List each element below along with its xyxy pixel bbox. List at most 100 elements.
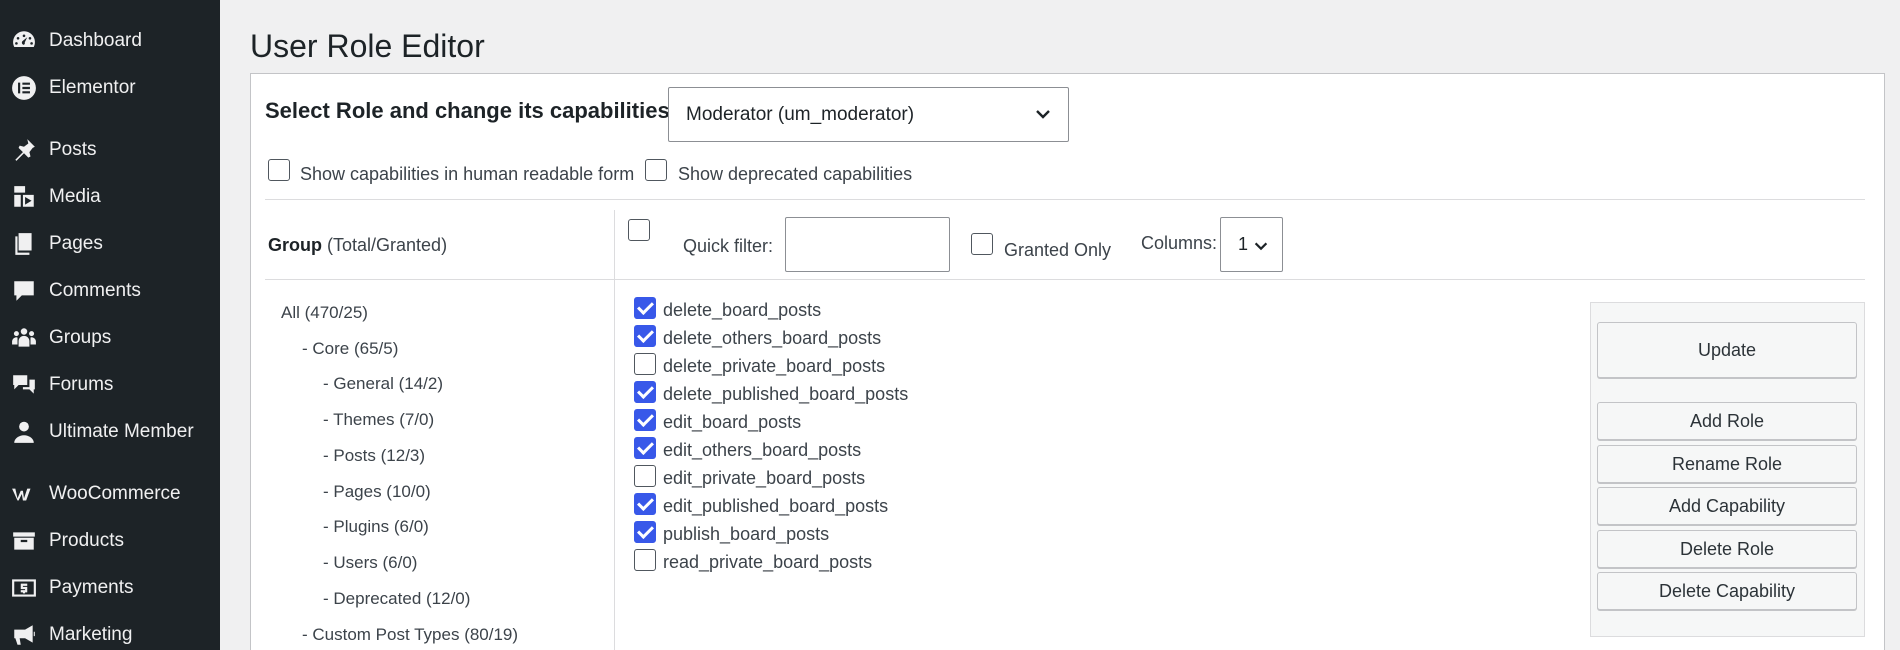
capability-checkbox[interactable]: [634, 297, 656, 319]
deprecated-label: Show deprecated capabilities: [678, 164, 913, 184]
group-item-posts[interactable]: - Posts (12/3): [323, 446, 425, 466]
capability-checkbox[interactable]: [634, 409, 656, 431]
add-capability-button[interactable]: Add Capability: [1597, 487, 1857, 525]
capability-label: publish_board_posts: [663, 524, 830, 544]
group-item-general[interactable]: - General (14/2): [323, 374, 443, 394]
woocommerce-icon: [11, 481, 37, 507]
sidebar-item-dashboard[interactable]: Dashboard: [0, 21, 220, 61]
page-title: User Role Editor: [250, 28, 485, 64]
capability-checkbox[interactable]: [634, 325, 656, 347]
sidebar-item-ultimate-member[interactable]: Ultimate Member: [0, 412, 220, 452]
sidebar-item-label: Comments: [49, 280, 141, 301]
elementor-icon: [11, 75, 37, 101]
megaphone-icon: [11, 622, 37, 648]
capability-label: edit_board_posts: [663, 412, 802, 432]
admin-sidebar: Dashboard Elementor Posts Media Pages Co…: [0, 0, 220, 650]
sidebar-item-label: WooCommerce: [49, 483, 181, 504]
quick-filter-label: Quick filter:: [683, 236, 774, 256]
capability-label: edit_private_board_posts: [663, 468, 866, 488]
archive-icon: [11, 528, 37, 554]
sidebar-item-label: Dashboard: [49, 30, 142, 51]
capability-checkbox[interactable]: [634, 437, 656, 459]
capability-label: edit_published_board_posts: [663, 496, 889, 516]
capability-label: delete_private_board_posts: [663, 356, 886, 376]
capability-checkbox[interactable]: [634, 521, 656, 543]
columns-select[interactable]: 1: [1220, 217, 1283, 272]
sidebar-item-label: Products: [49, 530, 124, 551]
group-item-all[interactable]: All (470/25): [281, 303, 368, 323]
select-all-checkbox[interactable]: [628, 219, 650, 241]
sidebar-item-payments[interactable]: Payments: [0, 568, 220, 608]
divider: [265, 199, 1865, 200]
sidebar-item-label: Pages: [49, 233, 103, 254]
sidebar-item-groups[interactable]: Groups: [0, 318, 220, 358]
group-item-pages[interactable]: - Pages (10/0): [323, 482, 431, 502]
capability-checkbox[interactable]: [634, 381, 656, 403]
sidebar-item-posts[interactable]: Posts: [0, 130, 220, 170]
group-item-custom-post-types[interactable]: - Custom Post Types (80/19): [302, 625, 518, 645]
capability-checkbox[interactable]: [634, 549, 656, 571]
forums-icon: [11, 372, 37, 398]
sidebar-item-label: Posts: [49, 139, 97, 160]
pages-icon: [11, 231, 37, 257]
sidebar-item-label: Payments: [49, 577, 134, 598]
group-item-themes[interactable]: - Themes (7/0): [323, 410, 434, 430]
human-readable-label: Show capabilities in human readable form: [300, 164, 635, 184]
granted-only-label: Granted Only: [1004, 240, 1112, 260]
capability-checkbox[interactable]: [634, 353, 656, 375]
capability-label: delete_others_board_posts: [663, 328, 882, 348]
sidebar-item-marketing[interactable]: Marketing: [0, 615, 220, 650]
capability-label: delete_published_board_posts: [663, 384, 909, 404]
sidebar-item-label: Marketing: [49, 624, 133, 645]
group-item-deprecated[interactable]: - Deprecated (12/0): [323, 589, 470, 609]
role-select-value: Moderator (um_moderator): [686, 103, 915, 125]
sidebar-item-label: Media: [49, 186, 101, 207]
delete-capability-button[interactable]: Delete Capability: [1597, 572, 1857, 610]
sidebar-item-elementor[interactable]: Elementor: [0, 68, 220, 108]
user-icon: [11, 419, 37, 445]
columns-label: Columns:: [1141, 233, 1218, 253]
group-header-title: Group: [268, 235, 322, 255]
human-readable-checkbox[interactable]: [268, 159, 290, 181]
capability-label: edit_others_board_posts: [663, 440, 862, 460]
capability-checkbox[interactable]: [634, 493, 656, 515]
divider: [265, 279, 1865, 280]
deprecated-checkbox[interactable]: [645, 159, 667, 181]
group-item-core[interactable]: - Core (65/5): [302, 339, 398, 359]
sidebar-item-forums[interactable]: Forums: [0, 365, 220, 405]
sidebar-item-comments[interactable]: Comments: [0, 271, 220, 311]
sidebar-item-pages[interactable]: Pages: [0, 224, 220, 264]
sidebar-item-woocommerce[interactable]: WooCommerce: [0, 474, 220, 514]
sidebar-item-label: Forums: [49, 374, 114, 395]
sidebar-item-label: Elementor: [49, 77, 136, 98]
dashboard-icon: [11, 28, 37, 54]
sidebar-item-products[interactable]: Products: [0, 521, 220, 561]
sidebar-item-media[interactable]: Media: [0, 177, 220, 217]
columns-select-value: 1: [1238, 234, 1249, 254]
column-divider: [614, 210, 615, 650]
pin-icon: [11, 137, 37, 163]
sidebar-item-label: Ultimate Member: [49, 421, 194, 442]
capability-label: delete_board_posts: [663, 300, 822, 320]
capability-label: read_private_board_posts: [663, 552, 873, 572]
delete-role-button[interactable]: Delete Role: [1597, 530, 1857, 568]
rename-role-button[interactable]: Rename Role: [1597, 445, 1857, 483]
groups-icon: [11, 325, 37, 351]
group-header: Group (Total/Granted): [268, 235, 447, 256]
capability-checkbox[interactable]: [634, 465, 656, 487]
update-button[interactable]: Update: [1597, 322, 1857, 378]
chevron-down-icon: [1254, 242, 1268, 251]
add-role-button[interactable]: Add Role: [1597, 402, 1857, 440]
role-select[interactable]: Moderator (um_moderator): [668, 87, 1069, 142]
payments-icon: [11, 575, 37, 601]
group-item-users[interactable]: - Users (6/0): [323, 553, 417, 573]
select-role-label: Select Role and change its capabilities:: [265, 98, 678, 123]
quick-filter-input[interactable]: [785, 217, 950, 272]
group-item-plugins[interactable]: - Plugins (6/0): [323, 517, 429, 537]
granted-only-checkbox[interactable]: [971, 233, 993, 255]
chevron-down-icon: [1036, 110, 1050, 119]
media-icon: [11, 184, 37, 210]
comment-icon: [11, 278, 37, 304]
group-header-suffix: (Total/Granted): [327, 235, 448, 255]
sidebar-item-label: Groups: [49, 327, 112, 348]
